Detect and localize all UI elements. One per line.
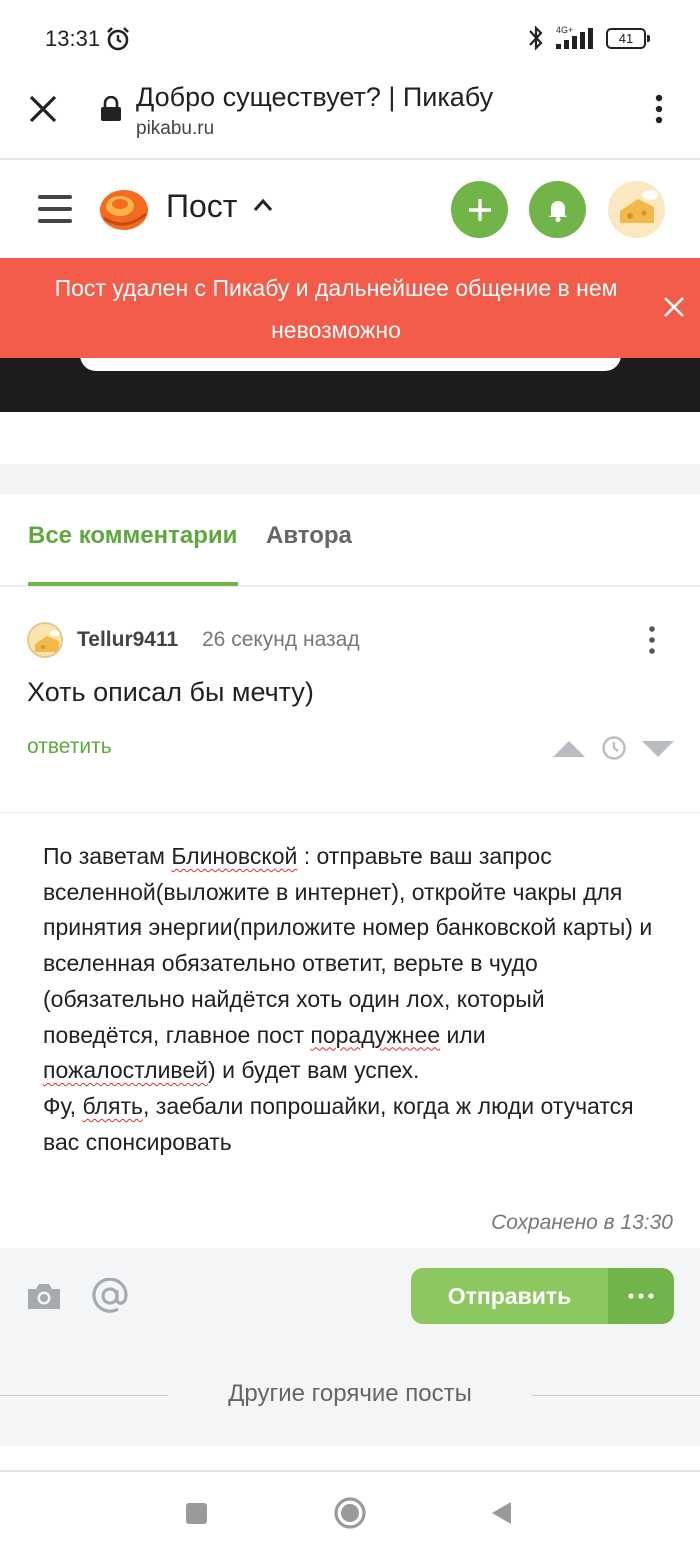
comment-menu-icon[interactable] [645,625,659,655]
site-header: Пост [0,160,700,260]
browser-toolbar: Добро существует? | Пикабу pikabu.ru [0,74,700,160]
lock-icon [101,96,121,121]
misspelled-word: Блиновской [171,843,298,869]
draft-text-segment: По заветам [43,843,172,869]
draft-saved-status: Сохранено в 13:30 [491,1211,673,1234]
home-icon[interactable] [333,1496,367,1530]
back-icon[interactable] [490,1501,512,1525]
clock-icon[interactable] [601,735,627,761]
signal-icon [556,28,593,49]
header-title[interactable]: Пост [166,188,237,225]
comment-avatar[interactable] [27,622,63,658]
page-url[interactable]: pikabu.ru [136,118,214,140]
at-icon[interactable] [91,1278,129,1314]
comment-timestamp: 26 секунд назад [202,628,360,651]
vote-up-icon[interactable] [552,740,586,758]
hot-posts-heading: Другие горячие посты [228,1380,472,1407]
status-bar: 13:31 4G+ 41 [0,0,700,74]
vote-down-icon[interactable] [641,740,675,758]
hamburger-icon[interactable] [38,193,72,225]
recent-apps-icon[interactable] [186,1503,207,1524]
bluetooth-icon [529,25,543,51]
camera-icon[interactable] [26,1281,62,1311]
reply-link[interactable]: ответить [27,735,112,759]
send-options-button[interactable] [608,1268,674,1324]
system-navigation-bar [0,1472,700,1556]
draft-text-segment: или [440,1021,486,1048]
avatar-cheese-icon [35,630,60,652]
user-avatar[interactable] [608,181,665,238]
menu-dots-icon[interactable] [650,94,668,126]
send-button[interactable]: Отправить [411,1268,608,1324]
close-icon[interactable] [28,94,58,124]
battery-indicator: 41 [606,28,650,49]
avatar-cheese-icon [608,181,665,238]
deleted-post-alert: Пост удален с Пикабу и дальнейшее общени… [0,258,700,358]
alert-close-icon[interactable] [663,296,685,318]
alarm-icon [107,27,129,51]
comment-text: Хоть описал бы мечту) [27,677,314,707]
comments-tabs: Все комментарии Автора [0,494,700,587]
draft-text-segment: ) и будет вам успех. [208,1057,420,1084]
draft-text-segment: Фу, [43,1092,83,1119]
spacer [0,412,700,464]
draft-text[interactable]: По заветам Блиновской : отправьте ваш за… [43,839,663,1160]
plus-icon [468,198,491,221]
tab-author-comments[interactable]: Автора [266,522,352,550]
composer-toolbar: Отправить [0,1248,700,1342]
comment-username[interactable]: Tellur9411 [77,628,178,652]
bell-icon [548,200,567,222]
active-tab-indicator [28,582,238,586]
chevron-up-icon[interactable] [253,198,273,212]
add-post-button[interactable] [451,181,508,238]
page-bottom [0,1446,700,1472]
reply-draft-editor[interactable]: По заветам Блиновской : отправьте ваш за… [0,813,700,1248]
misspelled-word: блять [82,1092,144,1119]
status-time: 13:31 [45,26,101,51]
hot-posts-divider: Другие горячие посты [0,1342,700,1446]
notifications-button[interactable] [529,181,586,238]
section-divider [0,464,700,494]
misspelled-word: пожалостливей [43,1057,209,1084]
more-dots-icon [628,1293,654,1299]
alert-text: Пост удален с Пикабу и дальнейшее общени… [54,275,618,343]
misspelled-word: порадужнее [310,1021,441,1048]
page-title[interactable]: Добро существует? | Пикабу [136,82,493,113]
pikabu-logo-icon[interactable] [98,184,150,232]
tab-all-comments[interactable]: Все комментарии [28,522,237,550]
draft-text-segment: : отправьте ваш запрос вселенной(выложит… [43,843,653,1048]
comment: Tellur9411 26 секунд назад Хоть описал б… [0,589,700,813]
